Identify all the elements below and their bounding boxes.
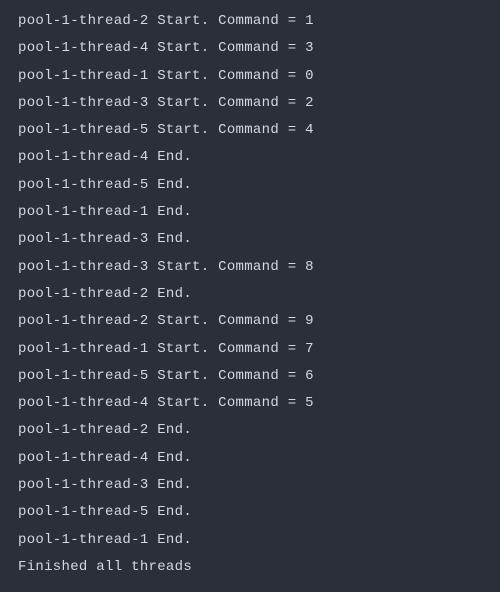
log-line: pool-1-thread-5 Start. Command = 4 <box>18 117 482 144</box>
log-line: pool-1-thread-4 End. <box>18 144 482 171</box>
log-line: pool-1-thread-5 End. <box>18 172 482 199</box>
log-line: pool-1-thread-2 Start. Command = 1 <box>18 8 482 35</box>
log-line: pool-1-thread-1 End. <box>18 199 482 226</box>
log-line: pool-1-thread-1 End. <box>18 527 482 554</box>
log-line: pool-1-thread-3 End. <box>18 472 482 499</box>
log-line: Finished all threads <box>18 554 482 581</box>
log-line: pool-1-thread-3 Start. Command = 2 <box>18 90 482 117</box>
log-line: pool-1-thread-2 End. <box>18 281 482 308</box>
log-line: pool-1-thread-3 Start. Command = 8 <box>18 254 482 281</box>
log-line: pool-1-thread-5 Start. Command = 6 <box>18 363 482 390</box>
log-line: pool-1-thread-1 Start. Command = 7 <box>18 336 482 363</box>
log-line: pool-1-thread-5 End. <box>18 499 482 526</box>
log-line: pool-1-thread-1 Start. Command = 0 <box>18 63 482 90</box>
log-line: pool-1-thread-2 End. <box>18 417 482 444</box>
log-line: pool-1-thread-4 Start. Command = 3 <box>18 35 482 62</box>
log-line: pool-1-thread-2 Start. Command = 9 <box>18 308 482 335</box>
log-line: pool-1-thread-4 Start. Command = 5 <box>18 390 482 417</box>
log-line: pool-1-thread-4 End. <box>18 445 482 472</box>
log-line: pool-1-thread-3 End. <box>18 226 482 253</box>
console-output: pool-1-thread-2 Start. Command = 1 pool-… <box>18 8 482 581</box>
